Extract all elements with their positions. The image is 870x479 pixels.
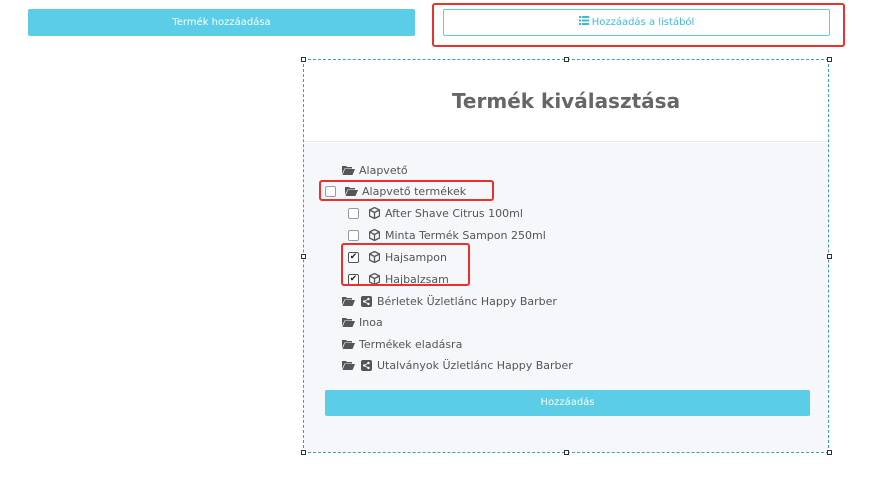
resize-handle-tl[interactable] (301, 57, 306, 62)
tree-label: Utalványok Üzletlánc Happy Barber (377, 358, 573, 372)
resize-handle-ml[interactable] (301, 254, 306, 259)
checkbox[interactable] (348, 229, 359, 241)
tree-label: Alapvető (359, 163, 408, 177)
tree-label: After Shave Citrus 100ml (385, 206, 523, 220)
resize-handle-mr[interactable] (827, 254, 832, 259)
tree-category-for-sale[interactable]: Termékek eladásra (341, 335, 462, 353)
resize-handle-tr[interactable] (827, 57, 832, 62)
tree-item-after-shave[interactable]: After Shave Citrus 100ml (348, 204, 523, 222)
highlight-basic-products (319, 180, 494, 201)
cube-icon (367, 206, 381, 220)
folder-open-icon (341, 163, 355, 177)
modal-header: Termék kiválasztása (304, 60, 828, 142)
tree-label: Inoa (359, 315, 383, 329)
checkbox[interactable] (348, 207, 359, 219)
tree-label: Termékek eladásra (359, 337, 463, 351)
resize-handle-tm[interactable] (564, 57, 569, 62)
share-icon (359, 358, 373, 372)
tree-category-inoa[interactable]: Inoa (341, 313, 383, 331)
tree-category-passes[interactable]: Bérletek Üzletlánc Happy Barber (341, 292, 557, 310)
cube-icon (367, 228, 381, 242)
add-product-label: Termék hozzáadása (172, 17, 271, 28)
modal-title: Termék kiválasztása (451, 88, 681, 113)
tree-label: Minta Termék Sampon 250ml (385, 228, 546, 242)
folder-open-icon (341, 294, 355, 308)
folder-open-icon (341, 337, 355, 351)
resize-handle-br[interactable] (827, 450, 832, 455)
submit-add-button[interactable]: Hozzáadás (325, 390, 810, 416)
tree-item-sample-shampoo[interactable]: Minta Termék Sampon 250ml (348, 226, 546, 244)
folder-open-icon (341, 315, 355, 329)
resize-handle-bm[interactable] (564, 450, 569, 455)
tree-category-vouchers[interactable]: Utalványok Üzletlánc Happy Barber (341, 356, 573, 374)
add-product-button[interactable]: Termék hozzáadása (28, 9, 415, 36)
submit-add-label: Hozzáadás (540, 397, 595, 408)
resize-handle-bl[interactable] (301, 450, 306, 455)
tree-label: Bérletek Üzletlánc Happy Barber (377, 294, 557, 308)
highlight-add-from-list (432, 3, 845, 47)
share-icon (359, 294, 373, 308)
highlight-selected-items (341, 243, 470, 286)
folder-open-icon (341, 358, 355, 372)
tree-category-basic[interactable]: Alapvető (341, 161, 408, 179)
